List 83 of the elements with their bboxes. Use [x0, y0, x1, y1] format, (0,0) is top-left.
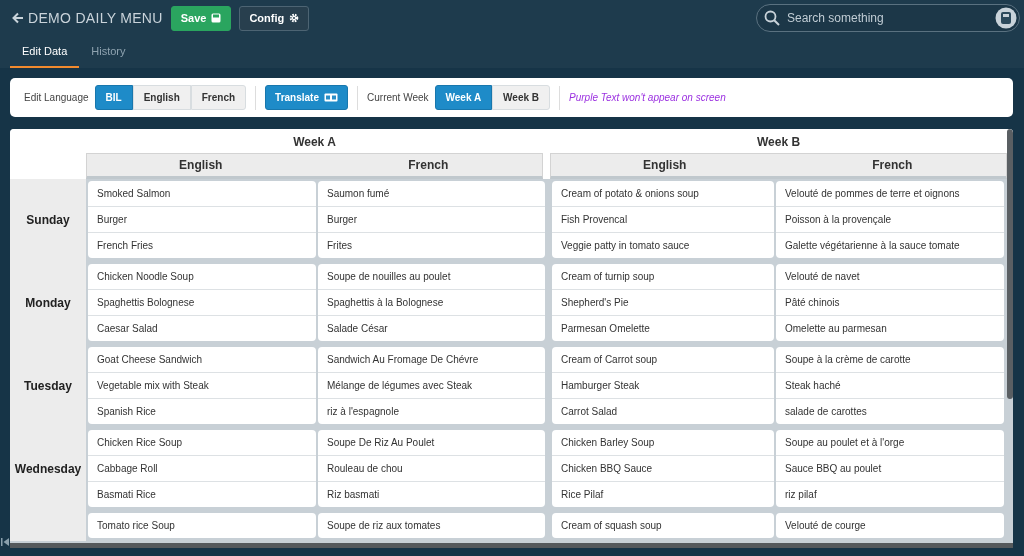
- menu-item-field[interactable]: Chicken Rice Soup: [88, 430, 316, 456]
- menu-item-field[interactable]: Soupe à la crème de carotte: [776, 347, 1004, 373]
- menu-item-field[interactable]: riz à l'espagnole: [318, 399, 545, 424]
- column-group-header: Week B: [755, 134, 802, 151]
- menu-item-field[interactable]: Galette végétarienne à la sauce tomate: [776, 233, 1004, 258]
- gear-icon: [289, 13, 300, 23]
- menu-item-field[interactable]: Velouté de navet: [776, 264, 1004, 290]
- menu-item-field[interactable]: Smoked Salmon: [88, 181, 316, 207]
- column-header: French: [871, 157, 914, 174]
- menu-item-field[interactable]: Veggie patty in tomato sauce: [552, 233, 774, 258]
- menu-item-field[interactable]: salade de carottes: [776, 399, 1004, 424]
- menu-item-field[interactable]: Cream of turnip soup: [552, 264, 774, 290]
- week-label: Current Week: [367, 92, 429, 103]
- menu-item-field[interactable]: Hamburger Steak: [552, 373, 774, 399]
- tab[interactable]: History: [79, 36, 138, 68]
- language-option[interactable]: French: [190, 85, 247, 110]
- menu-item-field[interactable]: Spanish Rice: [88, 399, 316, 424]
- menu-item-field[interactable]: Shepherd's Pie: [552, 290, 774, 316]
- scrollbar[interactable]: [1007, 129, 1013, 399]
- search-field[interactable]: Search something: [756, 4, 1020, 32]
- config-button[interactable]: Config: [239, 5, 310, 31]
- first-page-icon: [1, 538, 9, 546]
- scrollbar[interactable]: [10, 543, 1013, 548]
- menu-item-field[interactable]: Burger: [318, 207, 545, 233]
- menu-item-field[interactable]: Fish Provencal: [552, 207, 774, 233]
- menu-item-field[interactable]: Goat Cheese Sandwich: [88, 347, 316, 373]
- menu-item-field[interactable]: Rouleau de chou: [318, 456, 545, 482]
- menu-item-field[interactable]: Frites: [318, 233, 545, 258]
- column-header: English: [178, 157, 224, 174]
- week-option[interactable]: Week A: [434, 85, 493, 110]
- day-label: Tuesday: [24, 378, 72, 393]
- menu-item-field[interactable]: Tomato rice Soup: [88, 513, 316, 538]
- menu-item-field[interactable]: Cream of potato & onions soup: [552, 181, 774, 207]
- menu-item-field[interactable]: Spaghettis Bolognese: [88, 290, 316, 316]
- menu-item-field[interactable]: Poisson à la provençale: [776, 207, 1004, 233]
- menu-item-field[interactable]: Burger: [88, 207, 316, 233]
- menu-item-field[interactable]: Salade César: [318, 316, 545, 341]
- menu-item-field[interactable]: Soupe au poulet et à l'orge: [776, 430, 1004, 456]
- menu-item-field[interactable]: Chicken BBQ Sauce: [552, 456, 774, 482]
- menu-item-field[interactable]: Soupe de nouilles au poulet: [318, 264, 545, 290]
- column-header: French: [407, 157, 450, 174]
- menu-item-field[interactable]: Mélange de légumes avec Steak: [318, 373, 545, 399]
- menu-item-field[interactable]: Steak haché: [776, 373, 1004, 399]
- menu-item-field[interactable]: Saumon fumé: [318, 181, 545, 207]
- menu-item-field[interactable]: Cream of Carrot soup: [552, 347, 774, 373]
- tab[interactable]: Edit Data: [10, 36, 80, 68]
- language-label: Edit Language: [24, 92, 89, 103]
- menu-item-field[interactable]: Velouté de pommes de terre et oignons: [776, 181, 1004, 207]
- menu-item-field[interactable]: Pâté chinois: [776, 290, 1004, 316]
- menu-item-field[interactable]: Basmati Rice: [88, 482, 316, 507]
- menu-item-field[interactable]: Chicken Barley Soup: [552, 430, 774, 456]
- menu-item-field[interactable]: Soupe De Riz Au Poulet: [318, 430, 545, 456]
- menu-item-field[interactable]: Soupe de riz aux tomates: [318, 513, 545, 538]
- menu-item-field[interactable]: French Fries: [88, 233, 316, 258]
- column-group-header: Week A: [292, 134, 337, 151]
- back-arrow-icon: [12, 12, 24, 24]
- menu-item-field[interactable]: Spaghettis à la Bolognese: [318, 290, 545, 316]
- translate-icon: [324, 93, 338, 102]
- menu-item-field[interactable]: Riz basmati: [318, 482, 545, 507]
- menu-item-field[interactable]: riz pilaf: [776, 482, 1004, 507]
- day-label: Monday: [25, 295, 71, 310]
- day-label: Sunday: [26, 213, 70, 227]
- menu-item-field[interactable]: Vegetable mix with Steak: [88, 373, 316, 399]
- menu-item-field[interactable]: Caesar Salad: [88, 316, 316, 341]
- menu-item-field[interactable]: Sandwich Au Fromage De Chévre: [318, 347, 545, 373]
- menu-item-field[interactable]: Cream of squash soup: [552, 513, 774, 538]
- menu-item-field[interactable]: Omelette au parmesan: [776, 316, 1004, 341]
- menu-item-field[interactable]: Chicken Noodle Soup: [88, 264, 316, 290]
- avatar-icon: [995, 7, 1017, 29]
- menu-item-field[interactable]: Rice Pilaf: [552, 482, 774, 507]
- day-label: Wednesday: [14, 461, 82, 476]
- menu-item-field[interactable]: Sauce BBQ au poulet: [776, 456, 1004, 482]
- menu-item-field[interactable]: Parmesan Omelette: [552, 316, 774, 341]
- menu-item-field[interactable]: Carrot Salad: [552, 399, 774, 424]
- note-text: Purple Text won't appear on screen: [569, 92, 726, 103]
- language-option[interactable]: BIL: [94, 85, 133, 110]
- language-option[interactable]: English: [132, 85, 191, 110]
- back-link[interactable]: DEMO DAILY MENU: [12, 10, 163, 26]
- menu-item-field[interactable]: Cabbage Roll: [88, 456, 316, 482]
- week-option[interactable]: Week B: [492, 85, 551, 110]
- menu-item-field[interactable]: Velouté de courge: [776, 513, 1004, 538]
- translate-button[interactable]: Translate: [265, 85, 348, 110]
- column-header: English: [642, 157, 688, 174]
